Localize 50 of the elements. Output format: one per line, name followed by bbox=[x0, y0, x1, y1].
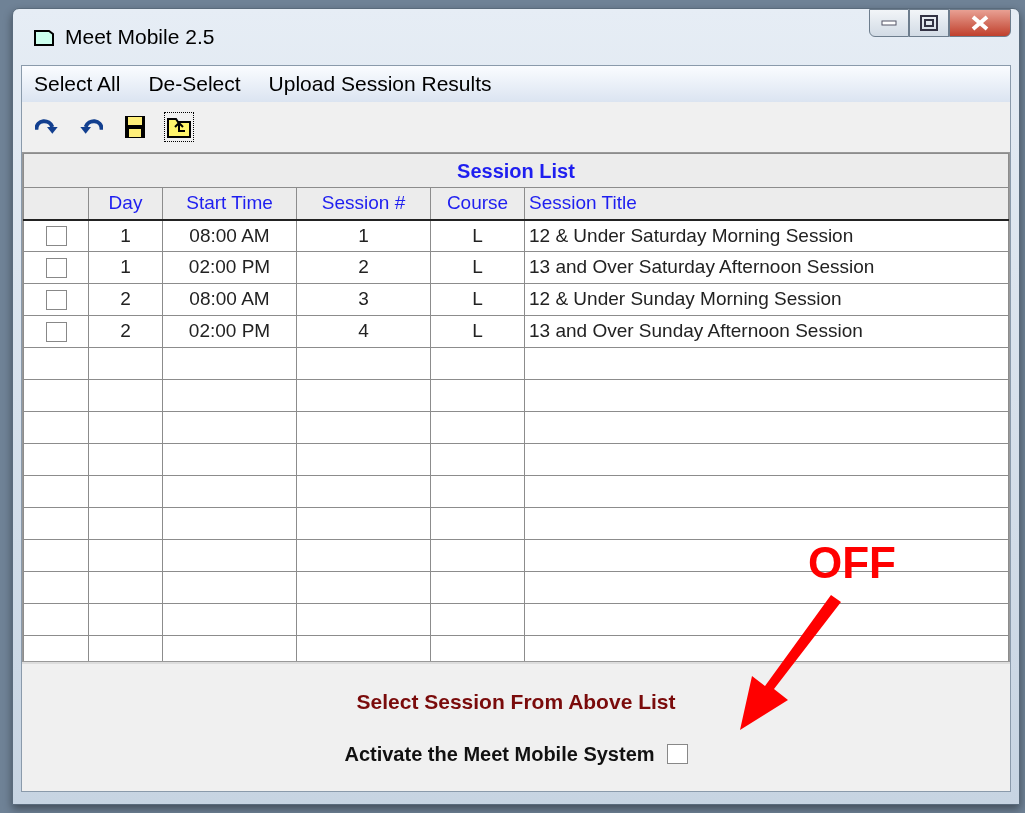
app-icon bbox=[33, 27, 55, 47]
row-checkbox[interactable] bbox=[45, 290, 67, 311]
menu-item[interactable]: Upload Session Results bbox=[268, 68, 492, 100]
menu-item[interactable]: De-Select bbox=[148, 68, 241, 100]
save-icon bbox=[123, 115, 147, 139]
toolbar-button[interactable] bbox=[164, 112, 194, 142]
close-button[interactable] bbox=[949, 9, 1011, 37]
table-cell: 12 & Under Sunday Morning Session bbox=[524, 283, 1009, 316]
minimize-icon bbox=[881, 20, 897, 26]
annotation-label: OFF bbox=[808, 537, 896, 589]
menu-item[interactable]: Select All bbox=[34, 68, 121, 100]
table-cell: L bbox=[430, 219, 525, 252]
table-cell: 1 bbox=[88, 219, 163, 252]
column-header[interactable]: Start Time bbox=[162, 187, 297, 220]
table-title: Session List bbox=[23, 153, 1009, 188]
table-cell: 13 and Over Sunday Afternoon Session bbox=[524, 315, 1009, 348]
table-cell: 13 and Over Saturday Afternoon Session bbox=[524, 251, 1009, 284]
row-checkbox[interactable] bbox=[45, 258, 67, 279]
maximize-icon bbox=[920, 15, 938, 31]
redo-arrow-icon bbox=[35, 119, 59, 135]
column-header[interactable]: Session # bbox=[296, 187, 431, 220]
column-header[interactable]: Course bbox=[430, 187, 525, 220]
maximize-button[interactable] bbox=[909, 9, 949, 37]
table-cell: L bbox=[430, 315, 525, 348]
table-cell: 2 bbox=[88, 315, 163, 348]
window-title: Meet Mobile 2.5 bbox=[65, 24, 215, 51]
activate-checkbox[interactable] bbox=[666, 744, 688, 765]
row-checkbox[interactable] bbox=[45, 322, 67, 343]
activate-label: Activate the Meet Mobile System bbox=[344, 742, 655, 768]
table-cell: 3 bbox=[296, 283, 431, 316]
column-header[interactable]: Session Title bbox=[524, 187, 1009, 220]
table-cell: 02:00 PM bbox=[162, 251, 297, 284]
column-header[interactable]: Day bbox=[88, 187, 163, 220]
table-cell: 2 bbox=[296, 251, 431, 284]
close-icon bbox=[970, 15, 990, 31]
undo-arrow-icon bbox=[79, 119, 103, 135]
table-cell: 2 bbox=[88, 283, 163, 316]
instruction-text: Select Session From Above List bbox=[356, 688, 676, 715]
table-cell: 08:00 AM bbox=[162, 283, 297, 316]
table-cell: 08:00 AM bbox=[162, 219, 297, 252]
table-cell: 4 bbox=[296, 315, 431, 348]
table-cell: 02:00 PM bbox=[162, 315, 297, 348]
folder-icon bbox=[167, 115, 191, 139]
table-cell: L bbox=[430, 251, 525, 284]
minimize-button[interactable] bbox=[869, 9, 909, 37]
table-cell: L bbox=[430, 283, 525, 316]
table-cell: 12 & Under Saturday Morning Session bbox=[524, 219, 1009, 252]
row-checkbox[interactable] bbox=[45, 226, 67, 247]
table-cell: 1 bbox=[88, 251, 163, 284]
table-cell: 1 bbox=[296, 219, 431, 252]
